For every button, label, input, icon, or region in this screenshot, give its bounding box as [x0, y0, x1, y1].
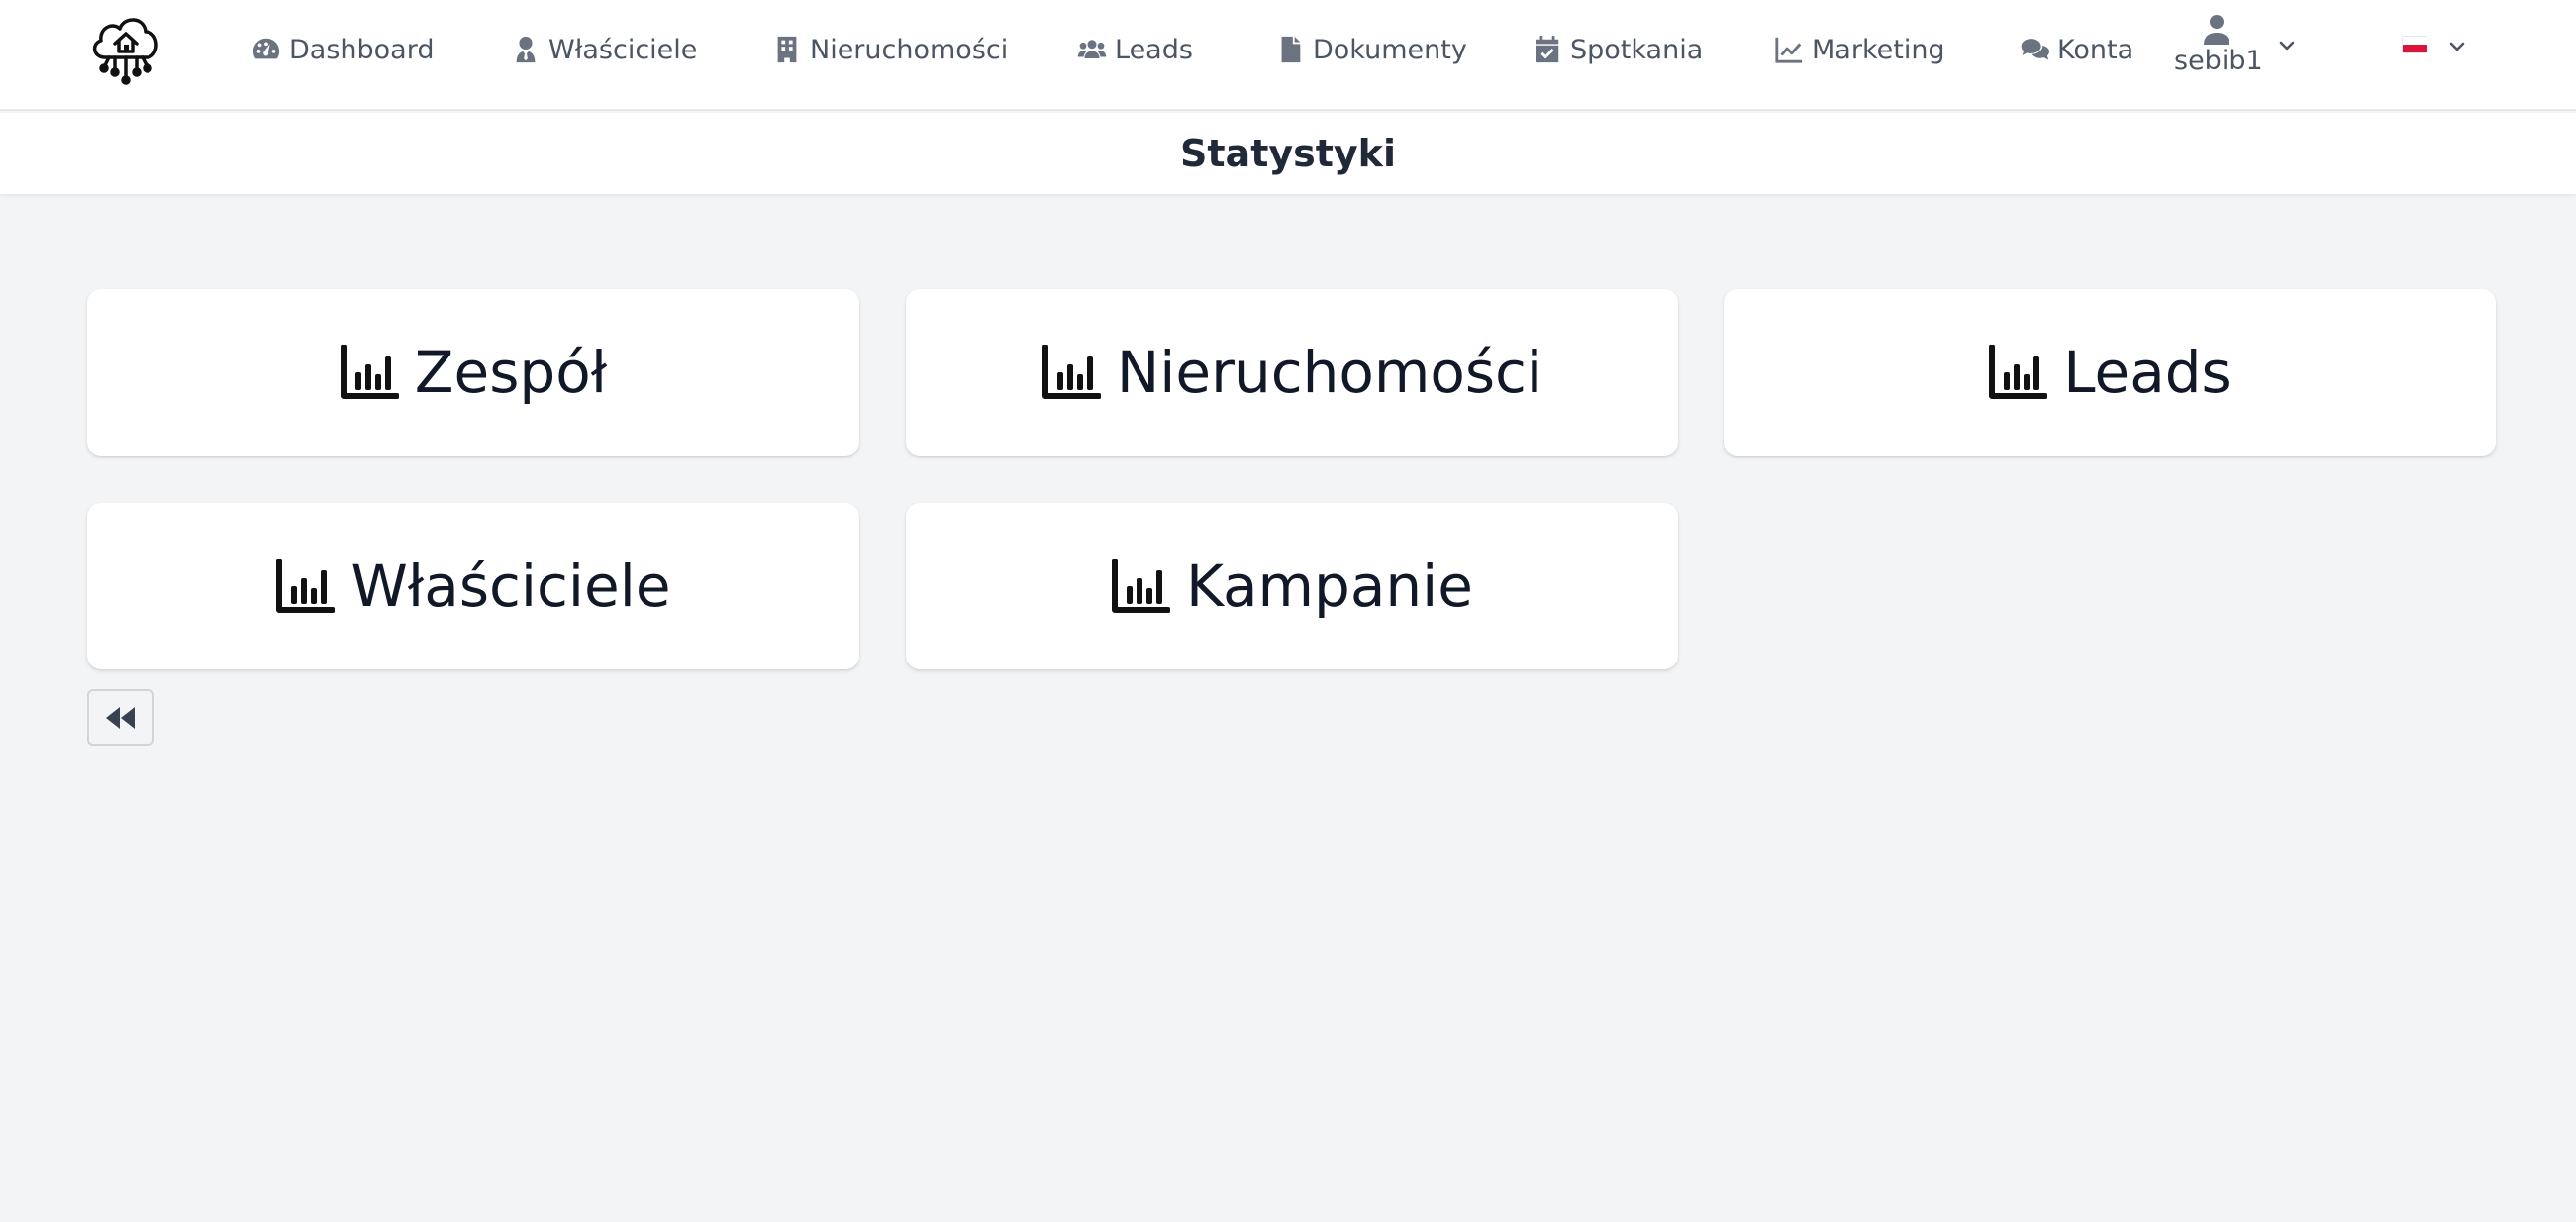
nav-item-wlasciciele[interactable]: Właściciele [511, 30, 697, 69]
bar-chart-icon [1041, 345, 1101, 399]
card-label: Właściciele [350, 553, 671, 620]
page-title: Statystyki [1180, 132, 1396, 175]
nav-item-label: Marketing [1812, 34, 1945, 65]
calendar-check-icon [1536, 35, 1559, 63]
gauge-icon [252, 38, 280, 59]
users-icon [1077, 40, 1107, 58]
top-navigation: Dashboard Właściciele Nieruchomości Lead… [0, 0, 2576, 111]
cloud-house-logo-icon[interactable] [87, 8, 164, 85]
language-menu[interactable] [2398, 30, 2467, 65]
stats-card-kampanie[interactable]: Kampanie [906, 503, 1678, 669]
chevron-down-icon [2279, 41, 2295, 51]
nav-item-konta[interactable]: Konta [2020, 30, 2133, 69]
bar-chart-icon [1112, 559, 1170, 613]
card-label: Nieruchomości [1116, 339, 1543, 406]
nav-item-label: Spotkania [1570, 34, 1704, 65]
stats-card-nieruchomosci[interactable]: Nieruchomości [906, 289, 1678, 456]
card-label: Kampanie [1186, 553, 1473, 620]
stats-card-wlasciciele[interactable]: Właściciele [87, 503, 859, 669]
nav-item-label: Nieruchomości [810, 34, 1009, 65]
backward-icon [106, 706, 135, 729]
nav-item-label: Właściciele [548, 34, 698, 65]
bar-chart-icon [276, 559, 336, 613]
nav-item-spotkania[interactable]: Spotkania [1533, 30, 1703, 69]
card-label: Zespół [414, 339, 608, 406]
line-chart-icon [1775, 37, 1803, 63]
file-icon [1281, 36, 1301, 63]
nav-item-label: Leads [1115, 34, 1193, 65]
bar-chart-icon [340, 345, 399, 399]
user-menu[interactable]: sebib1 [2174, 14, 2303, 83]
user-name: sebib1 [2174, 46, 2263, 76]
polish-flag-icon [2402, 36, 2427, 53]
page-header: Statystyki [0, 113, 2576, 194]
building-icon [777, 36, 797, 63]
nav-item-label: Dashboard [289, 34, 435, 65]
user-tie-icon [516, 36, 536, 63]
nav-item-nieruchomosci[interactable]: Nieruchomości [772, 30, 1008, 69]
stats-card-leads[interactable]: Leads [1724, 289, 2496, 456]
card-label: Leads [2063, 339, 2231, 406]
nav-item-marketing[interactable]: Marketing [1774, 30, 1945, 69]
nav-item-label: Konta [2057, 34, 2134, 65]
stats-card-zespol[interactable]: Zespół [87, 289, 859, 456]
nav-item-leads[interactable]: Leads [1077, 30, 1193, 69]
nav-item-dashboard[interactable]: Dashboard [251, 30, 434, 69]
nav-item-dokumenty[interactable]: Dokumenty [1275, 30, 1467, 69]
back-button[interactable] [87, 689, 154, 746]
user-icon [2204, 15, 2229, 45]
nav-item-label: Dokumenty [1313, 34, 1467, 65]
chevron-down-icon [2449, 42, 2465, 51]
bar-chart-icon [1989, 345, 2048, 399]
comments-icon [2021, 39, 2049, 60]
